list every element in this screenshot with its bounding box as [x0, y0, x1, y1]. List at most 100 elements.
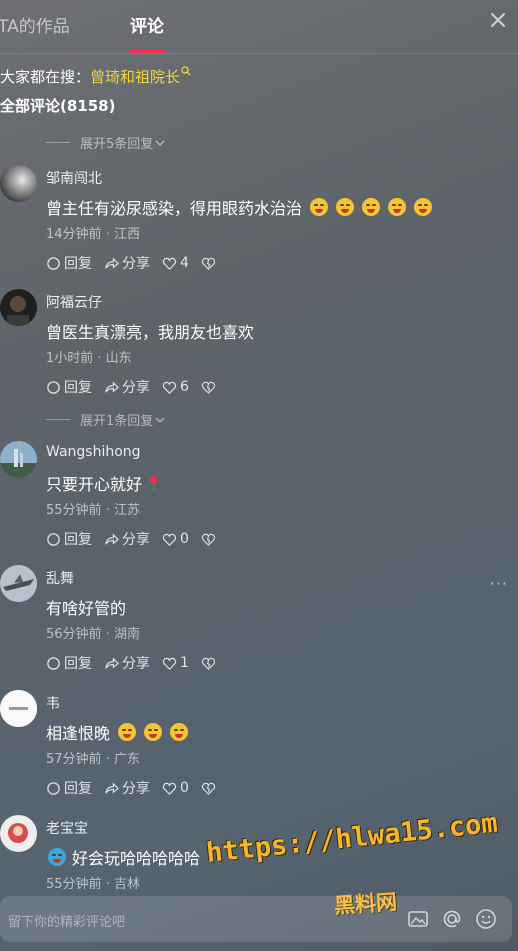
heart-icon	[162, 657, 177, 670]
dislike-button[interactable]	[201, 380, 219, 395]
dislike-button[interactable]	[201, 781, 219, 796]
comment-author[interactable]: 韦	[46, 693, 60, 713]
comment-text-body: 相逢恨晚	[46, 724, 111, 743]
share-label: 分享	[122, 256, 150, 272]
speech-bubble-icon	[47, 781, 60, 795]
like-button[interactable]: 4	[162, 255, 189, 271]
sweat-smile-emoji-icon	[48, 848, 66, 866]
grin-emoji-icon	[362, 198, 381, 216]
comment-author[interactable]: 乱舞	[46, 568, 74, 588]
avatar[interactable]	[0, 441, 37, 478]
heart-icon	[162, 381, 177, 394]
comment-actions: 回复 分享 0	[46, 778, 231, 798]
comment-author[interactable]: 老宝宝	[46, 818, 88, 838]
watermark-url: https://hlwa15.com	[204, 807, 500, 869]
share-button[interactable]: 分享	[104, 529, 150, 549]
reply-button[interactable]: 回复	[46, 377, 92, 397]
dislike-button[interactable]	[201, 256, 219, 271]
expand-replies-top[interactable]: 展开5条回复	[46, 133, 165, 152]
comment-text: 曾主任有泌尿感染，得用眼药水治治	[46, 195, 433, 219]
avatar[interactable]	[0, 165, 37, 202]
close-icon[interactable]	[488, 10, 508, 30]
reply-button[interactable]: 回复	[46, 778, 92, 798]
share-button[interactable]: 分享	[104, 778, 150, 798]
tab-comments[interactable]: 评论	[130, 12, 164, 37]
share-button[interactable]: 分享	[104, 377, 150, 397]
comment-meta: 1小时前 · 山东	[46, 351, 132, 366]
broken-heart-icon	[201, 381, 215, 394]
comment-author[interactable]: Wangshihong	[46, 444, 141, 460]
reply-label: 回复	[64, 532, 92, 548]
avatar[interactable]	[0, 289, 37, 326]
comment-text: 曾医生真漂亮，我朋友也喜欢	[46, 319, 254, 343]
comment-input-bar[interactable]: 留下你的精彩评论吧	[0, 896, 512, 942]
broken-heart-icon	[201, 533, 215, 546]
comment-text: 好会玩哈哈哈哈哈	[46, 845, 200, 869]
like-count: 6	[180, 379, 189, 395]
avatar[interactable]	[0, 815, 37, 852]
broken-heart-icon	[201, 782, 215, 795]
dislike-button[interactable]	[201, 532, 219, 547]
search-hint-keyword[interactable]: 曾琦和祖院长	[90, 68, 180, 86]
comment-input[interactable]: 留下你的精彩评论吧	[8, 911, 125, 930]
rose-icon	[150, 476, 159, 490]
reply-label: 回复	[64, 380, 92, 396]
speech-bubble-icon	[47, 380, 60, 394]
share-label: 分享	[122, 656, 150, 672]
avatar[interactable]	[0, 690, 37, 727]
tab-underline	[129, 50, 165, 53]
share-icon	[105, 781, 119, 794]
avatar[interactable]	[0, 565, 37, 602]
like-count: 1	[180, 655, 189, 671]
expand-replies-mid[interactable]: 展开1条回复	[46, 410, 165, 429]
reply-button[interactable]: 回复	[46, 529, 92, 549]
comment-text-body: 好会玩哈哈哈哈哈	[72, 849, 201, 868]
comment-meta: 57分钟前 · 广东	[46, 752, 140, 767]
speech-bubble-icon	[47, 532, 60, 546]
comment-text-body: 只要开心就好	[46, 475, 143, 494]
speech-bubble-icon	[47, 256, 60, 270]
comment-meta: 55分钟前 · 吉林	[46, 877, 140, 892]
comment-text-body: 有啥好管的	[46, 599, 127, 618]
comment-author[interactable]: 邹南闯北	[46, 168, 102, 188]
comment-meta: 55分钟前 · 江苏	[46, 503, 140, 518]
comment-author[interactable]: 阿福云仔	[46, 292, 102, 312]
comment-actions: 回复 分享 4	[46, 253, 231, 273]
share-label: 分享	[122, 781, 150, 797]
share-label: 分享	[122, 380, 150, 396]
comment-text: 相逢恨晚	[46, 720, 189, 744]
laugh-cry-emoji-icon	[118, 723, 137, 741]
share-label: 分享	[122, 532, 150, 548]
broken-heart-icon	[201, 257, 215, 270]
tab-works[interactable]: TA的作品	[0, 12, 70, 37]
comment-actions: 回复 分享 0	[46, 529, 231, 549]
chevron-down-icon	[155, 140, 165, 146]
share-icon	[105, 380, 119, 393]
reply-button[interactable]: 回复	[46, 253, 92, 273]
share-icon	[105, 532, 119, 545]
reply-button[interactable]: 回复	[46, 653, 92, 673]
image-icon[interactable]	[406, 907, 430, 931]
comment-meta: 14分钟前 · 江西	[46, 227, 140, 242]
laugh-cry-emoji-icon	[144, 723, 163, 741]
like-button[interactable]: 6	[162, 379, 189, 395]
search-hint[interactable]: 大家都在搜：曾琦和祖院长	[0, 66, 191, 87]
like-button[interactable]: 0	[162, 531, 189, 547]
share-button[interactable]: 分享	[104, 253, 150, 273]
share-button[interactable]: 分享	[104, 653, 150, 673]
like-button[interactable]: 0	[162, 780, 189, 796]
chevron-down-icon	[155, 417, 165, 423]
reply-label: 回复	[64, 781, 92, 797]
more-options-icon[interactable]: ···	[490, 574, 508, 593]
like-button[interactable]: 1	[162, 655, 189, 671]
share-icon	[105, 256, 119, 269]
tab-bar: TA的作品 评论	[0, 0, 518, 54]
heart-icon	[162, 257, 177, 270]
broken-heart-icon	[201, 657, 215, 670]
like-count: 0	[180, 531, 189, 547]
like-count: 4	[180, 255, 189, 271]
emoji-picker-icon[interactable]	[474, 907, 498, 931]
search-icon	[181, 66, 191, 76]
at-mention-icon[interactable]	[440, 907, 464, 931]
dislike-button[interactable]	[201, 656, 219, 671]
